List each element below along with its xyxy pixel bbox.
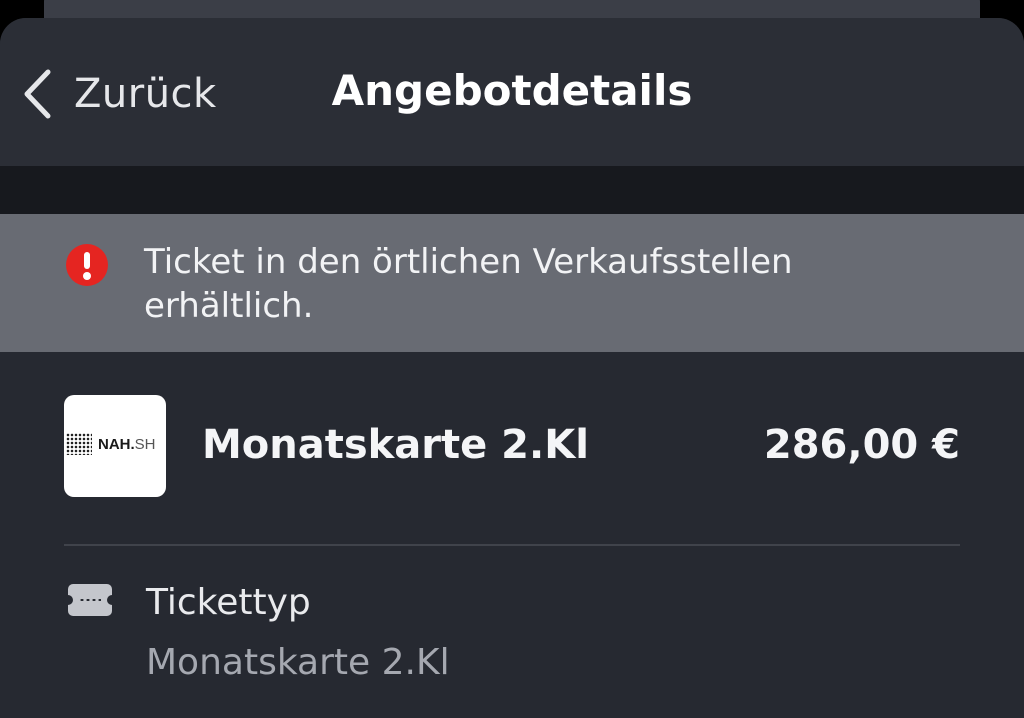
availability-notice: Ticket in den örtlichen Verkaufsstellen … bbox=[0, 214, 1024, 352]
nah-sh-logo: NAH.SH bbox=[64, 395, 166, 497]
notice-line-1: Ticket in den örtlichen Verkaufsstellen bbox=[144, 242, 793, 282]
notice-text: Ticket in den örtlichen Verkaufsstellen … bbox=[144, 240, 904, 328]
detail-row-tickettyp: Tickettyp Monatskarte 2.Kl bbox=[0, 546, 1024, 706]
offer-details-sheet: Zurück Angebotdetails Ticket in den örtl… bbox=[0, 18, 1024, 718]
page-title: Angebotdetails bbox=[331, 66, 693, 115]
section-separator bbox=[0, 166, 1024, 214]
notice-line-2: erhältlich. bbox=[144, 286, 314, 326]
logo-map-dots bbox=[66, 433, 92, 455]
detail-value: Monatskarte 2.Kl bbox=[146, 642, 450, 683]
exclamation-circle-icon bbox=[66, 244, 108, 286]
navigation-bar: Zurück Angebotdetails bbox=[0, 18, 1024, 166]
offer-row: NAH.SH Monatskarte 2.Kl 286,00 € bbox=[0, 352, 1024, 546]
offer-name: Monatskarte 2.Kl bbox=[202, 422, 589, 468]
offer-price: 286,00 € bbox=[763, 422, 960, 468]
logo-text: NAH.SH bbox=[98, 436, 156, 453]
detail-label: Tickettyp bbox=[146, 582, 311, 623]
ticket-icon bbox=[63, 584, 117, 616]
